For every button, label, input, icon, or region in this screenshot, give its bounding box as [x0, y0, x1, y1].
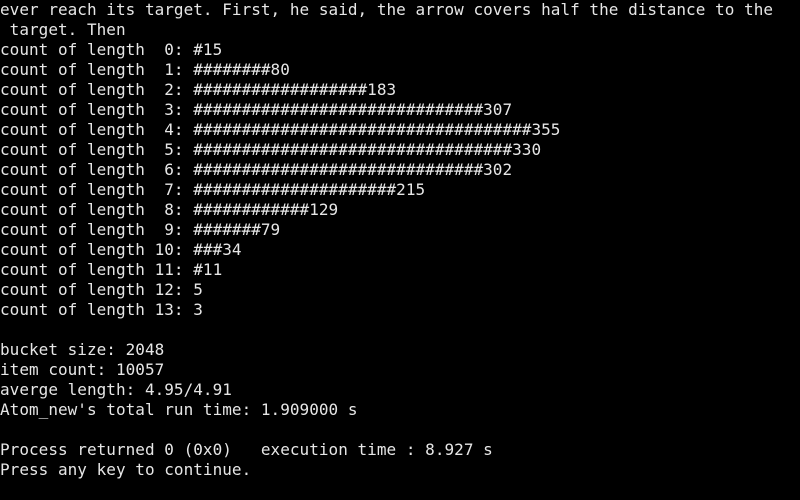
- histogram-line: count of length 12: 5: [0, 280, 203, 299]
- histogram-line: count of length 8: ############129: [0, 200, 339, 219]
- histogram-line: count of length 1: ########80: [0, 60, 290, 79]
- console-window[interactable]: ever reach its target. First, he said, t…: [0, 0, 800, 500]
- histogram-line: count of length 6: #####################…: [0, 160, 513, 179]
- histogram-line: count of length 0: #15: [0, 40, 223, 59]
- histogram-line: count of length 10: ###34: [0, 240, 242, 259]
- histogram-line: count of length 3: #####################…: [0, 100, 513, 119]
- stats-line: averge length: 4.95/4.91: [0, 380, 232, 399]
- histogram-line: count of length 13: 3: [0, 300, 203, 319]
- process-status-line: Process returned 0 (0x0) execution time …: [0, 440, 493, 459]
- stats-line: item count: 10057: [0, 360, 165, 379]
- stats-line: bucket size: 2048: [0, 340, 165, 359]
- output-text-line: target. Then: [0, 20, 126, 39]
- histogram-line: count of length 2: ##################183: [0, 80, 397, 99]
- histogram-line: count of length 11: #11: [0, 260, 223, 279]
- histogram-line: count of length 9: #######79: [0, 220, 281, 239]
- histogram-line: count of length 5: #####################…: [0, 140, 542, 159]
- histogram-line: count of length 7: #####################…: [0, 180, 426, 199]
- output-text-line: ever reach its target. First, he said, t…: [0, 0, 774, 19]
- continue-prompt: Press any key to continue.: [0, 460, 252, 479]
- histogram-line: count of length 4: #####################…: [0, 120, 561, 139]
- stats-line: Atom_new's total run time: 1.909000 s: [0, 400, 358, 419]
